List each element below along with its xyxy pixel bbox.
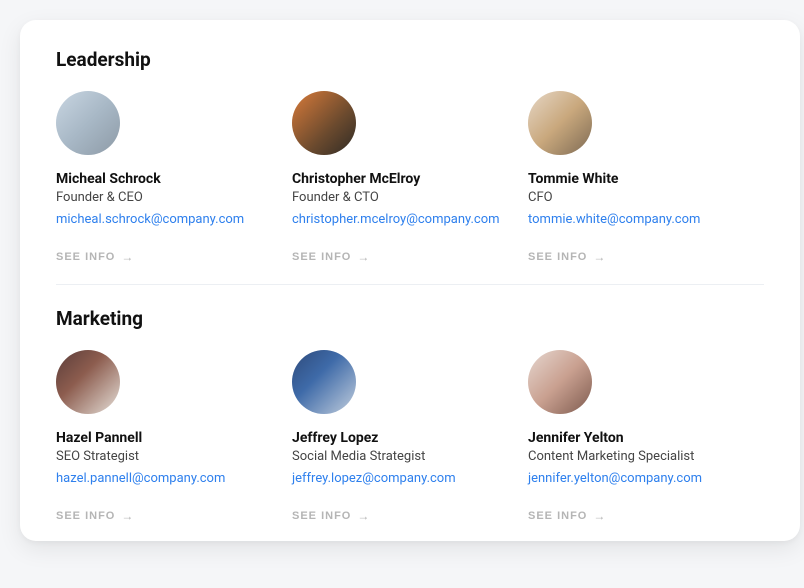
avatar [292, 350, 356, 414]
person-role: SEO Strategist [56, 449, 292, 464]
section-title-marketing: Marketing [56, 307, 764, 330]
person-name: Micheal Schrock [56, 171, 292, 187]
avatar [292, 91, 356, 155]
see-info-label: SEE INFO [528, 251, 587, 263]
person-email-link[interactable]: jeffrey.lopez@company.com [292, 471, 456, 486]
person-role: Founder & CTO [292, 190, 528, 205]
marketing-row: Hazel Pannell SEO Strategist hazel.panne… [56, 350, 764, 523]
see-info-button[interactable]: SEE INFO → [292, 510, 370, 522]
person-email-link[interactable]: jennifer.yelton@company.com [528, 471, 702, 486]
section-title-leadership: Leadership [56, 48, 764, 71]
person-role: CFO [528, 190, 764, 205]
person-name: Jeffrey Lopez [292, 430, 528, 446]
arrow-right-icon: → [593, 510, 606, 522]
person-card: Tommie White CFO tommie.white@company.co… [528, 91, 764, 264]
person-role: Founder & CEO [56, 190, 292, 205]
section-divider [56, 284, 764, 285]
avatar [528, 91, 592, 155]
person-email-link[interactable]: micheal.schrock@company.com [56, 212, 244, 227]
person-role: Social Media Strategist [292, 449, 528, 464]
person-name: Hazel Pannell [56, 430, 292, 446]
see-info-button[interactable]: SEE INFO → [528, 251, 606, 263]
arrow-right-icon: → [357, 251, 370, 263]
person-name: Christopher McElroy [292, 171, 528, 187]
leadership-row: Micheal Schrock Founder & CEO micheal.sc… [56, 91, 764, 264]
person-card: Jennifer Yelton Content Marketing Specia… [528, 350, 764, 523]
person-email-link[interactable]: tommie.white@company.com [528, 212, 700, 227]
see-info-label: SEE INFO [292, 251, 351, 263]
avatar [56, 350, 120, 414]
see-info-button[interactable]: SEE INFO → [56, 251, 134, 263]
arrow-right-icon: → [121, 510, 134, 522]
team-card: Leadership Micheal Schrock Founder & CEO… [20, 20, 800, 541]
person-card: Christopher McElroy Founder & CTO christ… [292, 91, 528, 264]
arrow-right-icon: → [593, 251, 606, 263]
see-info-label: SEE INFO [56, 251, 115, 263]
arrow-right-icon: → [357, 510, 370, 522]
see-info-label: SEE INFO [292, 510, 351, 522]
see-info-label: SEE INFO [56, 510, 115, 522]
person-name: Tommie White [528, 171, 764, 187]
see-info-button[interactable]: SEE INFO → [292, 251, 370, 263]
person-card: Hazel Pannell SEO Strategist hazel.panne… [56, 350, 292, 523]
person-card: Micheal Schrock Founder & CEO micheal.sc… [56, 91, 292, 264]
see-info-label: SEE INFO [528, 510, 587, 522]
see-info-button[interactable]: SEE INFO → [528, 510, 606, 522]
avatar [528, 350, 592, 414]
person-email-link[interactable]: christopher.mcelroy@company.com [292, 212, 500, 227]
person-role: Content Marketing Specialist [528, 449, 764, 464]
person-name: Jennifer Yelton [528, 430, 764, 446]
person-email-link[interactable]: hazel.pannell@company.com [56, 471, 225, 486]
person-card: Jeffrey Lopez Social Media Strategist je… [292, 350, 528, 523]
arrow-right-icon: → [121, 251, 134, 263]
see-info-button[interactable]: SEE INFO → [56, 510, 134, 522]
avatar [56, 91, 120, 155]
